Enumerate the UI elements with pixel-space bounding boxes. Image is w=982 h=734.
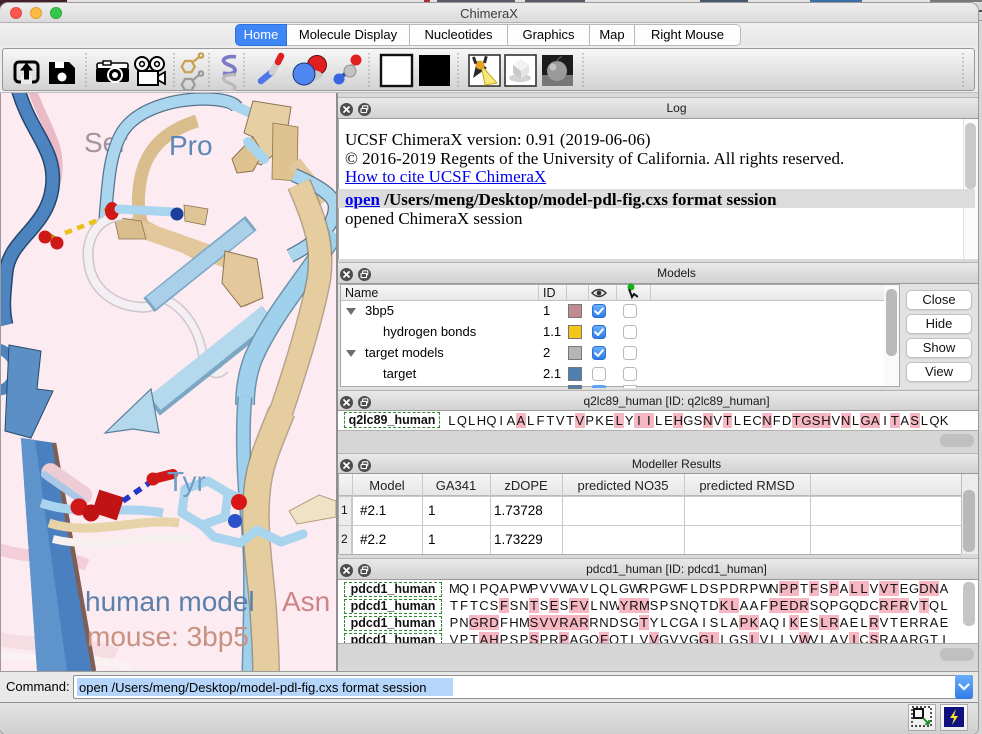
svg-text:mouse: 3bp5: mouse: 3bp5 <box>87 621 249 652</box>
svg-text:Pro: Pro <box>169 130 213 161</box>
svg-text:Asn: Asn <box>282 586 330 617</box>
svg-text:human model: human model <box>85 586 255 617</box>
svg-text:Tyr: Tyr <box>167 466 206 497</box>
